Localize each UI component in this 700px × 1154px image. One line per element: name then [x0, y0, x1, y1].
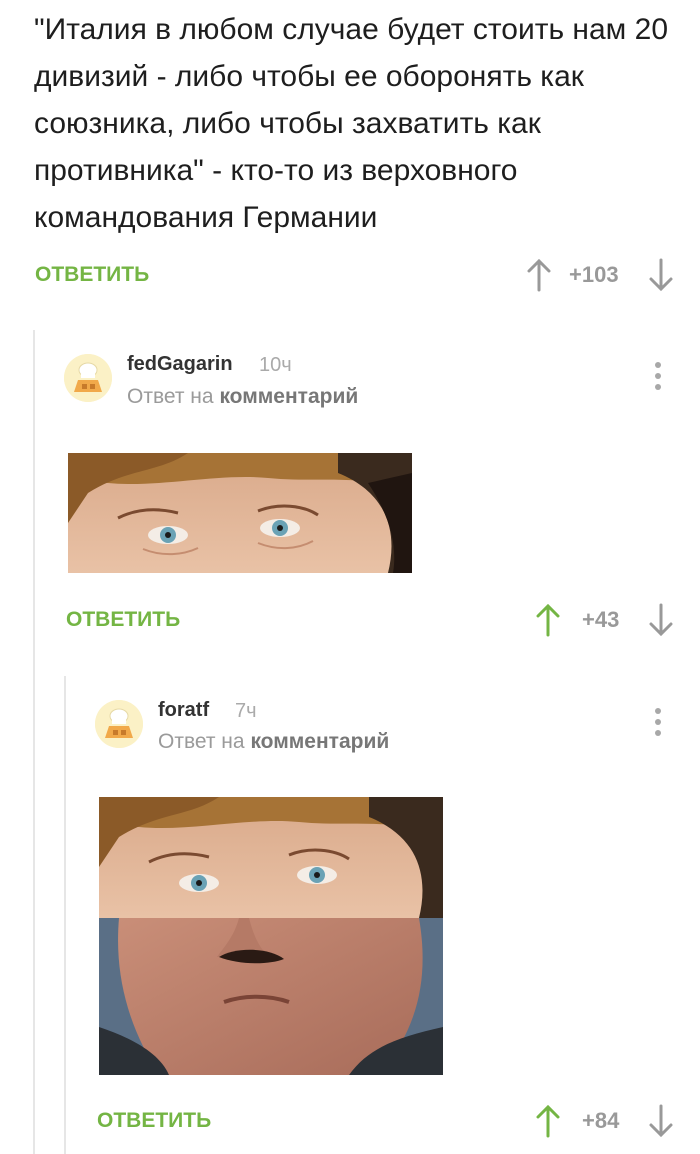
- downvote-arrow-icon[interactable]: [648, 603, 674, 637]
- reply-button[interactable]: ОТВЕТИТЬ: [35, 263, 149, 287]
- comment-image[interactable]: [68, 453, 412, 573]
- eyes-and-mustache-collage-photo: [99, 797, 443, 1075]
- comment-image[interactable]: [99, 797, 443, 1075]
- avatar[interactable]: [64, 354, 112, 402]
- score: +103: [569, 262, 619, 287]
- username[interactable]: foratf: [158, 699, 209, 722]
- eyes-crop-photo: [68, 453, 412, 573]
- thread-line: [33, 330, 35, 1154]
- reply-to-line: Ответ на комментарий: [158, 730, 389, 754]
- comment-text: "Италия в любом случае будет стоить нам …: [34, 13, 669, 234]
- chef-avatar-icon: [95, 700, 143, 748]
- avatar[interactable]: [95, 700, 143, 748]
- reply-button[interactable]: ОТВЕТИТЬ: [66, 608, 180, 632]
- username[interactable]: fedGagarin: [127, 353, 233, 376]
- more-options-icon[interactable]: [653, 362, 663, 398]
- reply-button[interactable]: ОТВЕТИТЬ: [97, 1109, 211, 1133]
- timestamp: 7ч: [235, 700, 257, 722]
- upvote-arrow-icon[interactable]: [535, 1104, 561, 1138]
- reply-to-line: Ответ на комментарий: [127, 385, 358, 409]
- reply-to-prefix: Ответ на: [127, 385, 214, 408]
- reply-to-link[interactable]: комментарий: [250, 730, 389, 753]
- more-options-icon[interactable]: [653, 708, 663, 744]
- reply-to-link[interactable]: комментарий: [219, 385, 358, 408]
- upvote-arrow-icon[interactable]: [526, 258, 552, 292]
- chef-avatar-icon: [64, 354, 112, 402]
- downvote-arrow-icon[interactable]: [648, 1104, 674, 1138]
- reply-to-prefix: Ответ на: [158, 730, 245, 753]
- downvote-arrow-icon[interactable]: [648, 258, 674, 292]
- thread-line: [64, 676, 66, 1154]
- score: +84: [582, 1108, 620, 1133]
- score: +43: [582, 607, 620, 632]
- upvote-arrow-icon[interactable]: [535, 603, 561, 637]
- timestamp: 10ч: [259, 354, 292, 376]
